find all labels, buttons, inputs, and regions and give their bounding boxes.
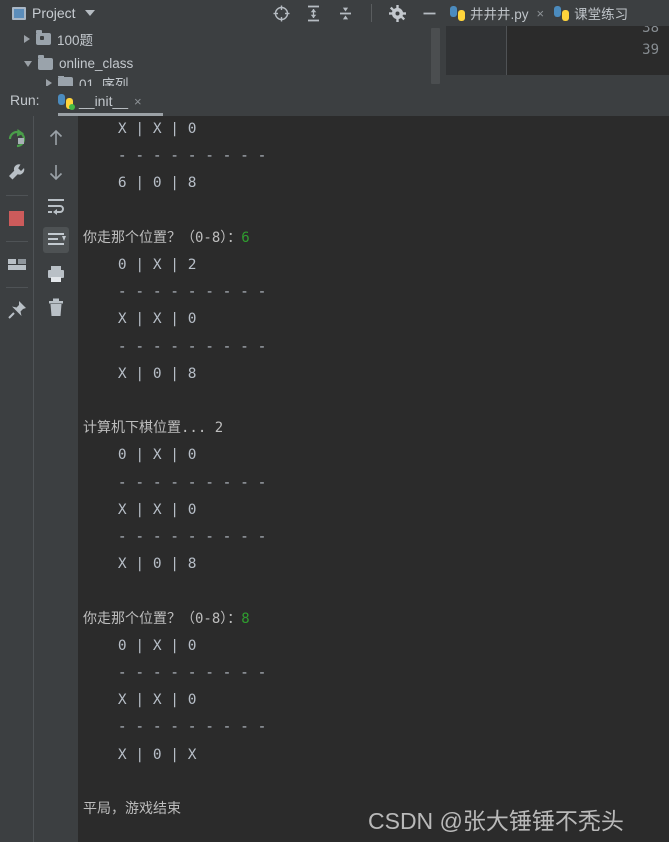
- line-number: 38: [642, 26, 659, 36]
- toolbar-divider: [5, 241, 28, 242]
- project-tree-scrollbar[interactable]: [431, 28, 440, 84]
- expand-all-icon[interactable]: [304, 4, 323, 23]
- console-board-line: X | X | 0: [83, 501, 197, 518]
- editor-tab-0[interactable]: 井井井.py ×: [446, 0, 550, 26]
- project-tree: 100题 online_class 01_序列: [0, 26, 446, 86]
- minimize-icon[interactable]: [420, 4, 439, 23]
- console-board-line: X | 0 | X: [83, 746, 197, 763]
- editor-tab-label: 井井井.py: [470, 7, 529, 22]
- pin-icon[interactable]: [4, 297, 30, 323]
- prompt-text: 你走那个位置？（0-8）：: [83, 229, 242, 246]
- console-prompt-line: 你走那个位置？（0-8）：8: [78, 606, 669, 633]
- console-message-line: 计算机下棋位置... 2: [83, 420, 224, 437]
- run-tool-window-header: Run: __init__ ×: [0, 86, 669, 116]
- python-run-config-icon: [58, 93, 75, 110]
- user-input-value: 6: [241, 229, 250, 246]
- project-title: Project: [32, 5, 76, 21]
- tree-item-label: 01_序列: [79, 77, 129, 86]
- console-board-line: - - - - - - - - -: [83, 719, 267, 736]
- chevron-right-icon[interactable]: [46, 79, 52, 86]
- folder-icon: [58, 76, 73, 86]
- user-input-value: 8: [241, 610, 250, 627]
- chevron-down-icon[interactable]: [84, 10, 95, 16]
- chevron-down-icon[interactable]: [24, 60, 32, 67]
- console-left-toolbar: [34, 116, 78, 842]
- prompt-text: 你走那个位置？（0-8）：: [83, 610, 242, 627]
- line-number: 39: [642, 42, 659, 58]
- console-board-line: - - - - - - - - -: [83, 148, 267, 165]
- console-board-line: - - - - - - - - -: [83, 665, 267, 682]
- tree-item-label: 100题: [57, 32, 94, 48]
- console-board-line: 0 | X | 2: [83, 257, 197, 273]
- close-icon[interactable]: ×: [534, 6, 545, 21]
- run-left-toolbar: [0, 116, 33, 842]
- wrench-icon[interactable]: [4, 159, 30, 185]
- editor-bottom-strip: [446, 75, 669, 86]
- editor-tab-strip: 井井井.py × 课堂练习: [446, 0, 669, 26]
- tree-item-2[interactable]: 01_序列: [0, 76, 446, 86]
- project-icon: [12, 6, 26, 20]
- locate-icon[interactable]: [272, 4, 291, 23]
- console-board-line: 0 | X | 0: [83, 637, 197, 654]
- trash-icon[interactable]: [43, 295, 69, 321]
- tree-item-0[interactable]: 100题: [0, 26, 446, 51]
- collapse-all-icon[interactable]: [336, 4, 355, 23]
- editor-area: 38 39: [446, 26, 669, 86]
- rerun-icon[interactable]: [4, 125, 30, 151]
- python-file-icon: [450, 5, 465, 21]
- layout-icon[interactable]: [4, 251, 30, 277]
- soft-wrap-icon[interactable]: [43, 193, 69, 219]
- editor-tab-label: 课堂练习: [574, 7, 629, 22]
- scroll-down-icon[interactable]: [43, 159, 69, 185]
- project-tool-window-header[interactable]: Project: [0, 5, 95, 21]
- console-message-line: 平局，游戏结束: [83, 801, 181, 818]
- close-icon[interactable]: ×: [134, 94, 142, 109]
- toolbar-divider: [371, 4, 372, 22]
- print-icon[interactable]: [43, 261, 69, 287]
- console-board-line: - - - - - - - - -: [83, 284, 267, 301]
- console-board-line: - - - - - - - - -: [83, 474, 267, 491]
- console-board-line: X | X | 0: [83, 692, 197, 709]
- chevron-right-icon[interactable]: [24, 34, 30, 43]
- console-board-line: X | 0 | 8: [83, 556, 197, 573]
- console-board-line: - - - - - - - - -: [83, 529, 267, 546]
- console-board-line: X | X | 0: [83, 311, 197, 328]
- python-file-icon: [554, 5, 570, 21]
- gutter-divider: [506, 26, 507, 75]
- run-tab[interactable]: __init__ ×: [58, 86, 142, 116]
- run-tab-label: __init__: [79, 93, 129, 109]
- console-board-line: X | 0 | 8: [83, 365, 197, 382]
- console-board-line: 6 | 0 | 8: [83, 175, 197, 192]
- settings-gear-icon[interactable]: [388, 4, 407, 23]
- console-prompt-line: 你走那个位置？（0-8）：6: [78, 225, 669, 252]
- tree-item-1[interactable]: online_class: [0, 51, 446, 76]
- run-console-output[interactable]: X | X | 0 - - - - - - - - - 6 | 0 | 8 你走那…: [78, 116, 669, 842]
- console-board-line: 0 | X | 0: [83, 447, 197, 464]
- scroll-up-icon[interactable]: [43, 125, 69, 151]
- toolbar-divider: [5, 287, 28, 288]
- stop-icon[interactable]: [4, 205, 30, 231]
- toolbar-divider: [5, 195, 28, 196]
- tree-item-label: online_class: [59, 56, 134, 71]
- folder-icon: [38, 54, 53, 70]
- console-board-line: - - - - - - - - -: [83, 338, 267, 355]
- editor-tab-1[interactable]: 课堂练习: [550, 0, 634, 26]
- source-folder-icon: [36, 29, 51, 45]
- run-label: Run:: [10, 92, 40, 108]
- scroll-to-end-icon[interactable]: [43, 227, 69, 253]
- console-board-line: X | X | 0: [83, 121, 197, 137]
- project-toolbar: [272, 0, 439, 26]
